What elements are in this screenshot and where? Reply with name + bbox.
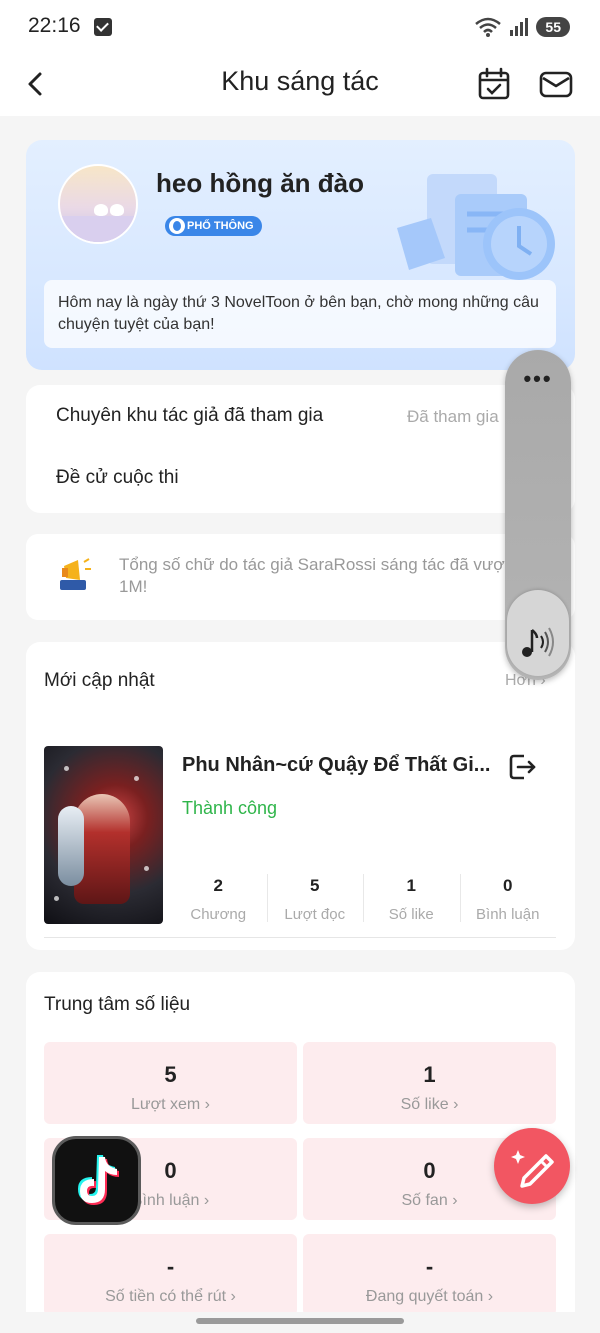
divider	[44, 937, 556, 938]
book-title[interactable]: Phu Nhân~cứ Quậy Để Thất Gi...	[182, 754, 502, 777]
notice-text: Tổng số chữ do tác giả SaraRossi sáng tá…	[119, 555, 510, 596]
home-indicator[interactable]	[196, 1318, 404, 1324]
notice-card[interactable]: Tổng số chữ do tác giả SaraRossi sáng tá…	[26, 534, 575, 620]
chevron-right-icon: ›	[452, 1192, 458, 1209]
recent-updates-card: Mới cập nhật Hơn › Phu Nhân~cứ Quậy Để T…	[26, 642, 575, 950]
tile-likes[interactable]: 1 Số like ›	[303, 1042, 556, 1124]
chevron-right-icon: ›	[487, 1288, 494, 1305]
stat-likes: 1 Số like	[363, 868, 460, 928]
chevron-right-icon: ›	[230, 1288, 236, 1305]
tiktok-bubble[interactable]	[52, 1136, 141, 1225]
home-indicator-bar	[0, 1312, 600, 1333]
stat-chapters: 2 Chương	[190, 876, 247, 923]
recent-updates-title: Mới cập nhật	[44, 670, 155, 691]
calendar-check-icon[interactable]	[474, 64, 514, 104]
notification-check-icon	[94, 18, 112, 36]
joined-zone-value: Đã tham gia	[407, 407, 499, 426]
drop-icon	[169, 218, 185, 234]
status-time: 22:16	[28, 14, 81, 37]
chevron-right-icon: ›	[453, 1096, 459, 1113]
tiktok-logo-icon	[78, 1155, 119, 1205]
book-cover[interactable]	[44, 746, 163, 924]
tier-badge: PHỔ THÔNG	[165, 216, 262, 236]
joined-zone-label[interactable]: Chuyên khu tác giả đã tham gia	[56, 405, 323, 427]
tile-settling[interactable]: - Đang quyết toán ›	[303, 1234, 556, 1316]
book-stats: 2 Chương 5 Lượt đọc 1 Số like 0 Bình luậ…	[170, 868, 556, 928]
book-clock-illustration-icon	[397, 174, 555, 280]
floating-side-panel[interactable]: •••	[505, 350, 571, 680]
wifi-icon	[475, 17, 502, 37]
nav-bar: Khu sáng tác	[0, 56, 600, 116]
battery-indicator: 55	[536, 17, 570, 37]
status-right: 55	[474, 14, 570, 40]
chevron-right-icon: ›	[203, 1192, 210, 1209]
audio-button[interactable]	[507, 590, 569, 676]
mail-icon[interactable]	[536, 64, 576, 104]
status-bar: 22:16 55	[0, 0, 600, 56]
more-dots-icon[interactable]: •••	[505, 366, 571, 392]
tier-label: PHỔ THÔNG	[187, 220, 254, 232]
tile-withdrawable[interactable]: - Số tiền có thể rút ›	[44, 1234, 297, 1316]
author-info-card: Chuyên khu tác giả đã tham gia Đã tham g…	[26, 385, 575, 513]
signal-icon	[510, 18, 529, 36]
megaphone-icon	[60, 558, 91, 590]
pencil-sparkle-icon	[511, 1150, 554, 1188]
username: heo hồng ăn đào	[156, 168, 364, 198]
data-center-title: Trung tâm số liệu	[44, 994, 191, 1015]
book-status: Thành công	[182, 798, 278, 818]
music-note-icon	[522, 627, 554, 657]
tile-views[interactable]: 5 Lượt xem ›	[44, 1042, 297, 1124]
chevron-right-icon: ›	[204, 1096, 210, 1113]
export-icon[interactable]	[508, 752, 538, 782]
write-fab-button[interactable]	[494, 1128, 570, 1204]
avatar[interactable]	[58, 164, 138, 244]
stat-comments: 0 Bình luận	[459, 868, 557, 928]
profile-card: heo hồng ăn đào PHỔ THÔNG Hôm nay là ngà…	[26, 140, 575, 370]
contest-nomination-label[interactable]: Đề cử cuộc thi	[56, 467, 179, 489]
greeting-message: Hôm nay là ngày thứ 3 NovelToon ở bên bạ…	[44, 280, 556, 348]
stat-reads: 5 Lượt đọc	[266, 868, 364, 928]
